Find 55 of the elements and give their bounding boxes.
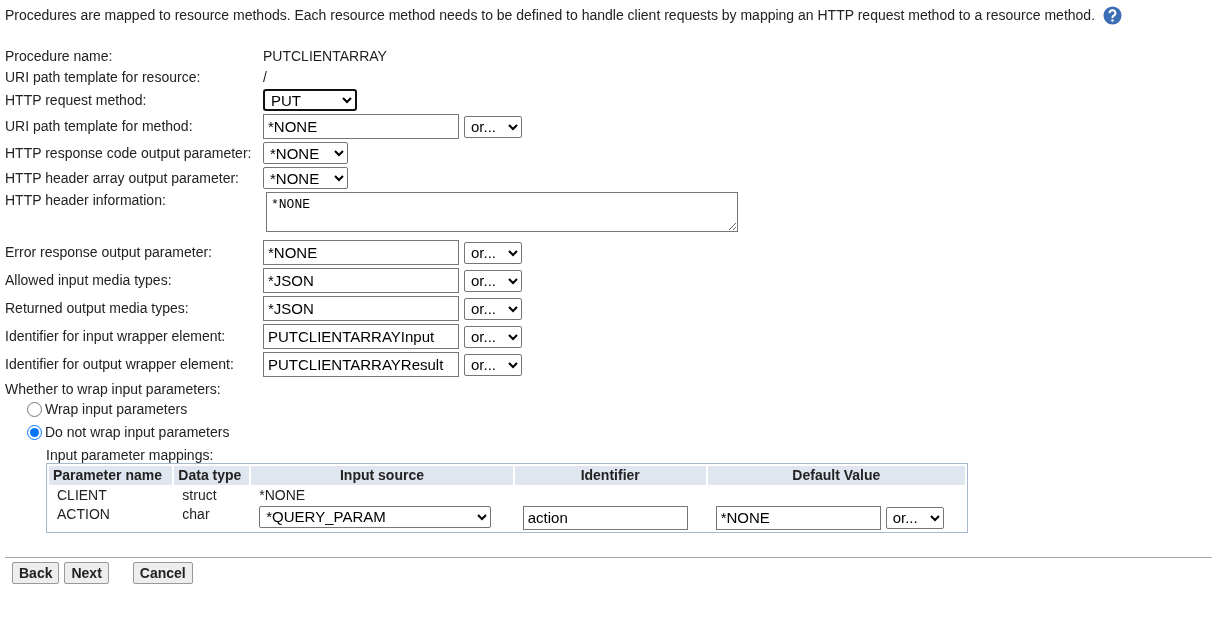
field-label: Allowed input media types:	[5, 272, 173, 289]
input-field[interactable]: PUTCLIENTARRAYInput	[263, 324, 459, 349]
or-dropdown[interactable]: or...	[885, 507, 944, 529]
dropdown[interactable]: *NONE	[263, 167, 348, 189]
field-label: URI path template for resource:	[5, 68, 202, 86]
table-cell-text: struct	[181, 487, 218, 504]
input-field[interactable]: *NONE	[263, 240, 459, 265]
field-label: HTTP response code output parameter:	[5, 144, 253, 162]
dropdown[interactable]: *NONE	[263, 142, 348, 164]
field-label: HTTP header information:	[5, 192, 167, 209]
or-dropdown[interactable]: or...	[464, 241, 522, 264]
or-dropdown[interactable]: or...	[464, 115, 522, 138]
field-label: Error response output parameter:	[5, 244, 213, 261]
dropdown[interactable]: *QUERY_PARAM	[259, 506, 492, 528]
radio-button[interactable]	[27, 424, 42, 440]
nav-button[interactable]: Next	[64, 562, 109, 584]
column-header: Input source	[251, 466, 513, 486]
input-field[interactable]: *NONE	[263, 114, 459, 139]
intro-text: Procedures are mapped to resource methods. Each resource method needs to be defined to handle client requests by mapping an HTTP request method to a resource method.	[5, 7, 1096, 24]
field-label: URI path template for method:	[5, 118, 194, 135]
table-cell-text: *NONE	[258, 487, 307, 504]
radio-label[interactable]: Do not wrap input parameters	[45, 423, 230, 441]
field-value: /	[263, 68, 267, 86]
or-dropdown[interactable]: or...	[464, 297, 522, 320]
table-cell-text: ACTION	[56, 506, 111, 524]
input-field[interactable]: *JSON	[263, 268, 459, 293]
field-label: Procedure name:	[5, 47, 114, 65]
field-label: HTTP request method:	[5, 91, 148, 109]
field-value: PUTCLIENTARRAY	[263, 47, 387, 65]
field-label: Identifier for input wrapper element:	[5, 328, 227, 345]
or-dropdown[interactable]: or...	[464, 353, 522, 376]
column-header: Parameter name	[49, 466, 173, 486]
dropdown[interactable]: PUT	[263, 89, 357, 111]
or-dropdown[interactable]: or...	[464, 325, 522, 348]
column-header: Data type	[174, 466, 250, 486]
section-label: Input parameter mappings:	[46, 446, 215, 464]
or-dropdown[interactable]: or...	[464, 269, 522, 292]
input-field[interactable]: PUTCLIENTARRAYResult	[263, 352, 459, 377]
table-cell-text: char	[181, 506, 211, 524]
field-label: HTTP header array output parameter:	[5, 169, 240, 187]
field-label: Returned output media types:	[5, 300, 190, 317]
text-area[interactable]: *NONE	[266, 192, 738, 232]
input-field[interactable]: *JSON	[263, 296, 459, 321]
radio-label[interactable]: Wrap input parameters	[45, 401, 188, 418]
input-field[interactable]: *NONE	[715, 506, 881, 530]
input-field[interactable]: action	[522, 506, 688, 530]
help-icon[interactable]	[1103, 6, 1123, 25]
cancel-button[interactable]: Cancel	[132, 562, 193, 584]
column-header: Identifier	[514, 466, 706, 486]
radio-button[interactable]	[27, 401, 42, 417]
field-label: Identifier for output wrapper element:	[5, 356, 235, 373]
section-label: Whether to wrap input parameters:	[5, 380, 221, 398]
column-header: Default Value	[707, 466, 965, 486]
table-cell-text: CLIENT	[56, 487, 108, 504]
nav-button[interactable]: Back	[12, 562, 60, 584]
